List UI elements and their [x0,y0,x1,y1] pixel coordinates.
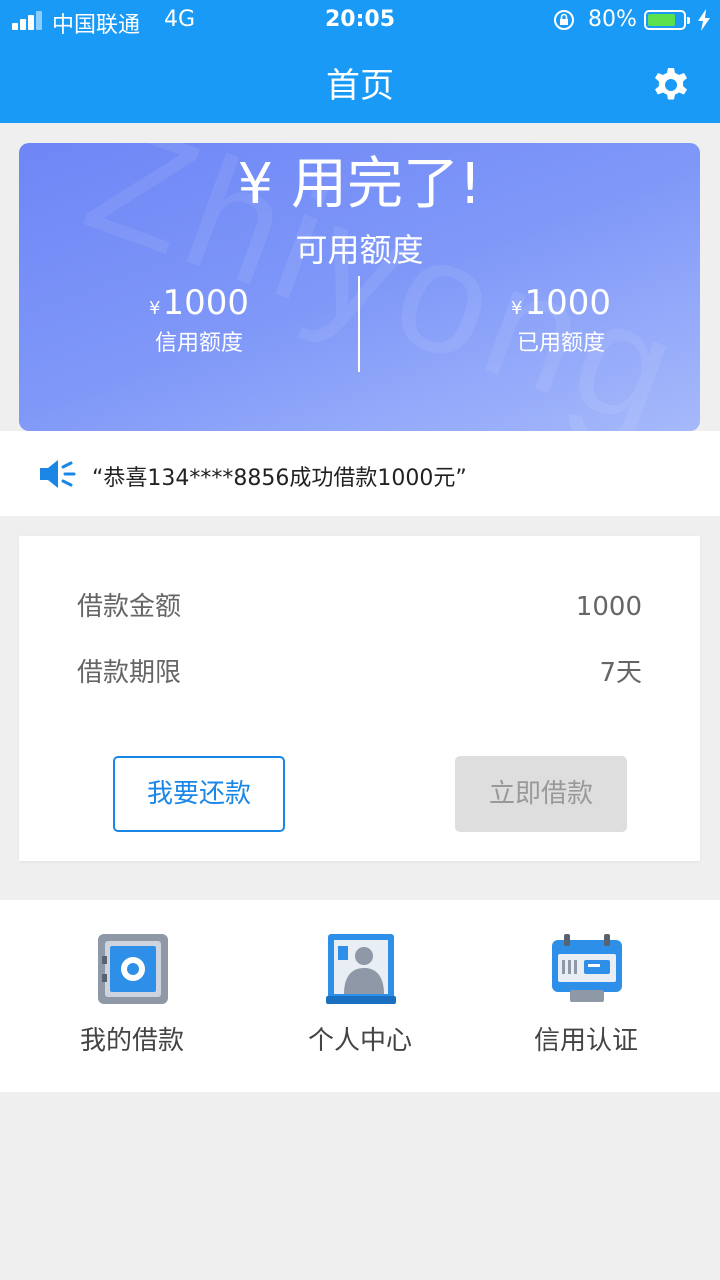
menu-item-personal-center[interactable]: 个人中心 [240,900,480,1092]
id-card-icon [552,934,622,1002]
safe-icon [98,934,168,1004]
menu-item-label: 个人中心 [307,1026,412,1056]
used-limit-label: 已用额度 [516,331,605,356]
speaker-icon [40,460,76,488]
loan-term-value: 7天 [599,658,642,688]
borrow-now-button[interactable]: 立即借款 [455,756,627,832]
menu-item-label: 信用认证 [533,1026,638,1056]
used-limit-stat: ¥1000 已用额度 [441,283,681,357]
credit-limit-value: ¥1000 [79,283,319,323]
currency-symbol: ¥ [149,298,161,319]
menu-grid: 我的借款 个人中心 信用认证 [0,900,720,1092]
used-limit-amount: 1000 [524,283,611,323]
loan-amount-value: 1000 [575,592,642,622]
menu-item-label: 我的借款 [79,1026,184,1056]
gear-icon[interactable] [650,64,692,106]
available-credit-headline: ¥ 用完了! [237,152,482,217]
credit-limit-label: 信用额度 [154,331,243,356]
menu-item-my-loans[interactable]: 我的借款 [12,900,252,1092]
person-icon [326,934,396,1004]
header: 中国联通 4G 20:05 80% 首页 [0,0,720,123]
battery-icon [644,10,690,30]
status-bar: 中国联通 4G 20:05 80% [0,0,720,40]
battery-percent: 80% [588,7,637,32]
credit-card: Zhiyong ¥ 用完了! 可用额度 ¥1000 信用额度 ¥1000 已用额… [19,143,700,431]
used-limit-value: ¥1000 [441,283,681,323]
currency-symbol: ¥ [511,298,523,319]
card-divider [358,276,360,372]
loan-amount-label: 借款金额 [77,592,182,622]
available-credit-label: 可用额度 [295,231,424,269]
notice-bar: “恭喜134****8856成功借款1000元” [0,431,720,516]
menu-item-credit-auth[interactable]: 信用认证 [466,900,706,1092]
credit-limit-stat: ¥1000 信用额度 [79,283,319,357]
charging-icon [698,9,710,31]
repay-button[interactable]: 我要还款 [113,756,285,832]
page-title: 首页 [326,66,394,106]
loan-panel: 借款金额 1000 借款期限 7天 我要还款 立即借款 [19,536,700,861]
credit-limit-amount: 1000 [162,283,249,323]
rotation-lock-icon [554,10,574,30]
loan-term-label: 借款期限 [77,658,182,688]
notice-text: “恭喜134****8856成功借款1000元” [92,466,467,491]
